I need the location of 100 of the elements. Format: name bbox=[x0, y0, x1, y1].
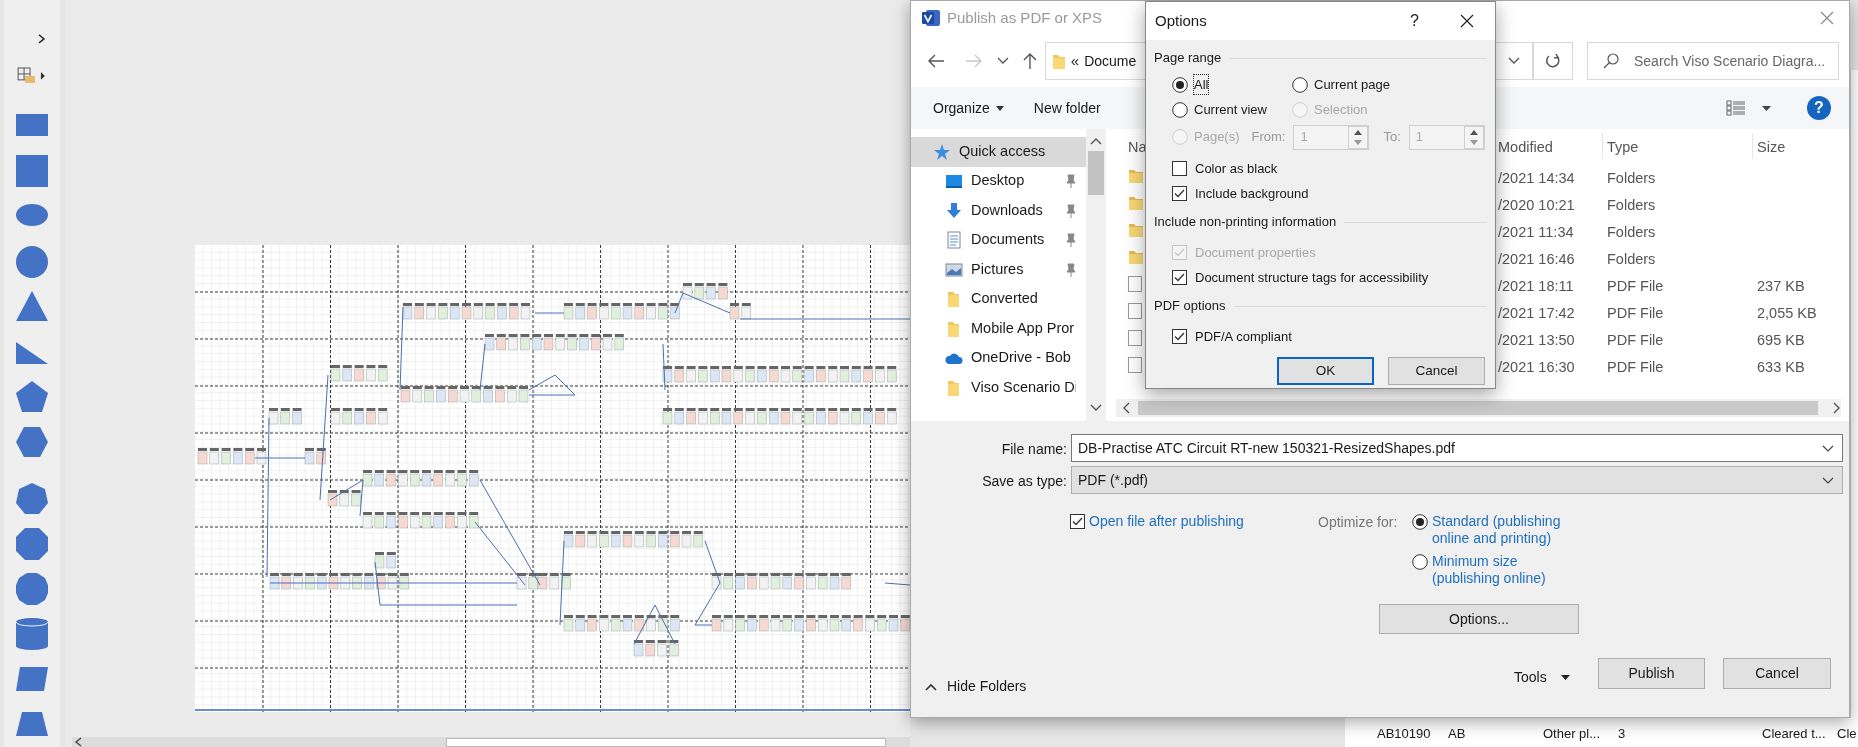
folder-icon bbox=[1128, 249, 1144, 265]
table-cell-text: Folders bbox=[1607, 169, 1656, 188]
recent-dropdown-icon[interactable] bbox=[996, 57, 1009, 65]
scroll-up-icon[interactable] bbox=[1090, 137, 1102, 145]
table-cell-text: AB10190 bbox=[1377, 725, 1431, 743]
checkbox[interactable] bbox=[1070, 514, 1085, 529]
scroll-down-icon[interactable] bbox=[1090, 404, 1102, 412]
nav-item[interactable]: Downloads bbox=[911, 196, 1086, 226]
file-icon bbox=[1128, 357, 1142, 373]
radio-label[interactable]: Minimum size (publishing online) bbox=[1432, 553, 1582, 587]
scrollbar-thumb[interactable] bbox=[1088, 151, 1104, 195]
scroll-left-icon[interactable] bbox=[1122, 402, 1130, 414]
spin-arrows-icon bbox=[1463, 125, 1484, 149]
search-field[interactable]: Search Viso Scenario Diagra... bbox=[1587, 42, 1839, 80]
checkbox[interactable] bbox=[1172, 186, 1187, 201]
optimize-label: Optimize for: bbox=[1318, 513, 1398, 532]
pentagon-shape[interactable] bbox=[14, 378, 50, 415]
table-cell-text: 3 bbox=[1618, 725, 1626, 743]
nav-item[interactable]: Documents bbox=[911, 225, 1086, 255]
dialog-button[interactable]: Cancel bbox=[1388, 357, 1485, 385]
breadcrumb-item[interactable]: Docume bbox=[1084, 50, 1137, 72]
view-dropdown-icon[interactable] bbox=[1762, 105, 1771, 111]
square-shape[interactable] bbox=[14, 153, 50, 190]
circle-shape[interactable] bbox=[14, 243, 50, 280]
nav-item[interactable]: Mobile App Pror bbox=[911, 314, 1086, 344]
column-header[interactable]: Modified bbox=[1498, 137, 1553, 159]
field-label: File name: bbox=[1001, 440, 1067, 459]
nav-scrollbar[interactable] bbox=[1086, 129, 1106, 421]
organize-menu-button[interactable]: Organize bbox=[933, 97, 1004, 119]
radio-button[interactable] bbox=[1172, 76, 1188, 93]
cancel-button[interactable]: Cancel bbox=[1723, 658, 1831, 689]
window-title: Publish as PDF or XPS bbox=[947, 7, 1103, 28]
nav-item[interactable]: Viso Scenario Di bbox=[911, 373, 1086, 403]
caret-icon bbox=[995, 105, 1004, 111]
options-button[interactable]: Options... bbox=[1379, 604, 1579, 634]
dialog-button[interactable]: OK bbox=[1277, 357, 1374, 385]
refresh-button[interactable] bbox=[1533, 42, 1573, 80]
refresh-icon bbox=[1545, 53, 1562, 69]
radio-label[interactable]: Current view bbox=[1194, 99, 1267, 120]
dropdown-icon[interactable] bbox=[1822, 445, 1834, 452]
checkbox-label[interactable]: Include background bbox=[1195, 183, 1309, 204]
table-cell-text: PDF File bbox=[1607, 277, 1664, 296]
section-heading: Page range bbox=[1154, 49, 1222, 68]
horizontal-scrollbar[interactable] bbox=[72, 737, 910, 747]
scrollbar-thumb[interactable] bbox=[1138, 401, 1818, 415]
help-button[interactable]: ? bbox=[1807, 96, 1831, 120]
column-header[interactable]: Type bbox=[1607, 137, 1639, 159]
radio-button[interactable] bbox=[1412, 554, 1428, 570]
hide-folders-button[interactable]: Hide Folders bbox=[925, 676, 1027, 697]
radio-label: Page(s) bbox=[1194, 128, 1240, 147]
view-options-icon[interactable] bbox=[1726, 100, 1746, 116]
radio-label[interactable]: Current page bbox=[1314, 74, 1390, 95]
list-scrollbar[interactable] bbox=[1116, 399, 1841, 417]
scrollbar-thumb[interactable] bbox=[446, 738, 886, 747]
nav-item[interactable]: OneDrive - Bob bbox=[911, 343, 1086, 373]
help-button[interactable]: ? bbox=[1410, 9, 1419, 33]
nav-item[interactable]: Pictures bbox=[911, 255, 1086, 285]
checkbox[interactable] bbox=[1172, 270, 1187, 285]
download-icon bbox=[945, 201, 963, 220]
publish-button[interactable]: Publish bbox=[1598, 658, 1705, 689]
checkbox-label[interactable]: Document structure tags for accessibility bbox=[1195, 267, 1429, 288]
chevron-up-icon bbox=[925, 682, 937, 691]
decagon-shape[interactable] bbox=[14, 571, 50, 608]
folder-icon bbox=[1051, 52, 1066, 70]
table-cell-text: 695 KB bbox=[1757, 331, 1805, 350]
nav-item[interactable]: Converted bbox=[911, 284, 1086, 314]
tools-menu-button[interactable]: Tools bbox=[1514, 667, 1570, 688]
radio-label[interactable]: Standard (publishing online and printing) bbox=[1432, 513, 1582, 547]
back-arrow-icon[interactable] bbox=[927, 54, 945, 68]
table-cell-text: Other pl... bbox=[1543, 725, 1601, 743]
nav-item[interactable]: Desktop bbox=[911, 166, 1086, 196]
table-cell-text: /2021 16:30 bbox=[1498, 358, 1575, 377]
new-folder-button[interactable]: New folder bbox=[1033, 97, 1101, 119]
file-name-field[interactable]: DB-Practise ATC Circuit RT-new 150321-ResizedShapes.pdf bbox=[1071, 434, 1843, 462]
pictures-icon bbox=[945, 260, 963, 279]
radio-button[interactable] bbox=[1292, 76, 1308, 93]
radio-label[interactable]: All bbox=[1194, 74, 1209, 95]
table-cell-text: Folders bbox=[1607, 223, 1656, 242]
column-header[interactable]: Na bbox=[1128, 137, 1147, 159]
radio-button[interactable] bbox=[1412, 514, 1428, 530]
checkbox-label[interactable]: PDF/A compliant bbox=[1195, 326, 1292, 347]
octagon-shape[interactable] bbox=[14, 526, 50, 563]
expand-chevron-icon[interactable] bbox=[38, 34, 46, 44]
heptagon-shape[interactable] bbox=[14, 481, 50, 517]
checkbox-label[interactable]: Open file after publishing bbox=[1089, 511, 1244, 532]
address-dropdown-icon[interactable] bbox=[1508, 57, 1521, 65]
shapes-menu-icon[interactable] bbox=[17, 65, 47, 86]
checkbox-label[interactable]: Color as black bbox=[1195, 158, 1278, 179]
nav-item[interactable]: Quick access bbox=[911, 137, 1086, 167]
cylinder-shape[interactable] bbox=[14, 616, 50, 653]
checkbox[interactable] bbox=[1172, 329, 1187, 344]
radio-button[interactable] bbox=[1172, 101, 1188, 118]
field-label: From: bbox=[1251, 128, 1286, 147]
scroll-right-icon[interactable] bbox=[1833, 402, 1841, 414]
close-icon[interactable] bbox=[1459, 13, 1475, 29]
column-header[interactable]: Size bbox=[1757, 137, 1786, 159]
checkbox[interactable] bbox=[1172, 161, 1187, 176]
scroll-left-icon[interactable] bbox=[74, 737, 84, 747]
save-type-dropdown[interactable]: PDF (*.pdf) bbox=[1071, 466, 1843, 494]
up-arrow-icon[interactable] bbox=[1022, 52, 1037, 70]
